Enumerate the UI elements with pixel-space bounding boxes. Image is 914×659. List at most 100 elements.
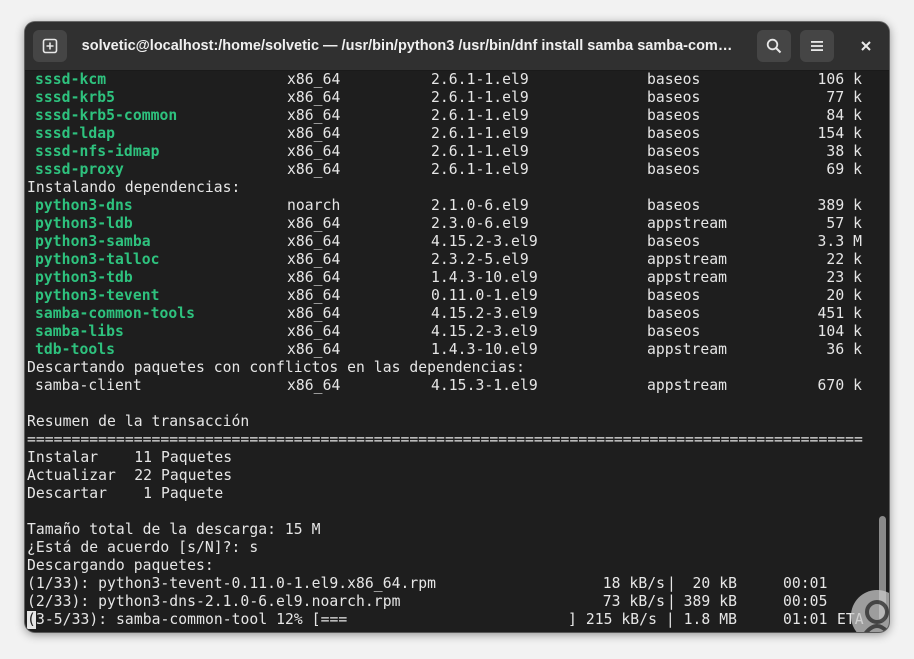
package-size: 389 k — [817, 197, 862, 214]
download-time: 00:01 — [783, 575, 828, 592]
package-version: 1.4.3-10.el9 — [431, 341, 538, 358]
package-name: sssd-nfs-idmap — [35, 143, 160, 160]
package-version: 2.3.2-5.el9 — [431, 251, 529, 268]
package-row: sssd-nfs-idmap x86_64 2.6.1-1.el9 baseos 38 … — [27, 143, 877, 161]
package-repo: appstream — [647, 215, 728, 232]
package-size: 77 k — [826, 89, 862, 106]
package-arch: x86_64 — [287, 305, 341, 322]
package-version: 2.6.1-1.el9 — [431, 143, 529, 160]
package-row: python3-ldb x86_64 2.3.0-6.el9 appstream 57 … — [27, 215, 877, 233]
package-name: sssd-kcm — [35, 71, 107, 88]
package-repo: appstream — [647, 341, 728, 358]
package-arch: x86_64 — [287, 71, 341, 88]
package-arch: x86_64 — [287, 251, 341, 268]
package-repo: baseos — [647, 71, 701, 88]
package-arch: x86_64 — [287, 377, 341, 394]
package-arch: x86_64 — [287, 341, 341, 358]
package-repo: baseos — [647, 161, 701, 178]
search-button[interactable] — [757, 30, 791, 62]
hamburger-menu-icon — [811, 41, 823, 51]
package-size: 23 k — [826, 269, 862, 286]
package-version: 0.11.0-1.el9 — [431, 287, 538, 304]
package-repo: baseos — [647, 143, 701, 160]
download-row: (2/33): python3-dns-2.1.0-6.el9.noarch.r… — [27, 593, 877, 611]
package-row: python3-talloc x86_64 2.3.2-5.el9 appstream… — [27, 251, 877, 269]
package-size: 670 k — [817, 377, 862, 394]
progress-stats: ] 215 kB/s | 1.8 MB — [568, 611, 737, 628]
package-row: python3-dns noarch 2.1.0-6.el9 baseos 389 k — [27, 197, 877, 215]
package-repo: appstream — [647, 377, 728, 394]
package-row: samba-common-tools x86_64 4.15.2-3.el9 base… — [27, 305, 877, 323]
progress-eta-time: 01:01 — [783, 611, 828, 628]
package-version: 2.6.1-1.el9 — [431, 89, 529, 106]
close-button[interactable] — [849, 30, 883, 62]
deps-heading: Instalando dependencias: — [27, 179, 877, 197]
package-version: 4.15.2-3.el9 — [431, 323, 538, 340]
package-arch: x86_64 — [287, 215, 341, 232]
download-size: 389 kB — [683, 593, 737, 610]
package-name: samba-libs — [35, 323, 124, 340]
package-name: sssd-krb5-common — [35, 107, 178, 124]
package-repo: baseos — [647, 233, 701, 250]
download-row: (1/33): python3-tevent-0.11.0-1.el9.x86_… — [27, 575, 877, 593]
package-version: 2.6.1-1.el9 — [431, 125, 529, 142]
confirm-line-text: ¿Está de acuerdo [s/N]?: s — [27, 539, 259, 556]
package-version: 2.6.1-1.el9 — [431, 71, 529, 88]
package-name: python3-ldb — [35, 215, 133, 232]
summary-count: 22 — [134, 467, 152, 484]
package-arch: noarch — [287, 197, 341, 214]
package-arch: x86_64 — [287, 287, 341, 304]
package-size: 154 k — [817, 125, 862, 142]
package-size: 84 k — [826, 107, 862, 124]
conflicts-heading: Descartando paquetes con conflictos en l… — [27, 359, 877, 377]
title-bar: solvetic@localhost:/home/solvetic — /usr… — [25, 22, 889, 71]
package-row: samba-libs x86_64 4.15.2-3.el9 baseos 104 k — [27, 323, 877, 341]
terminal-output[interactable]: sssd-kcm x86_64 2.6.1-1.el9 baseos 106 k sssd… — [25, 70, 889, 632]
summary-unit: Paquete — [161, 485, 224, 502]
summary-count: 1 — [143, 485, 152, 502]
menu-button[interactable] — [800, 30, 834, 62]
package-version: 2.1.0-6.el9 — [431, 197, 529, 214]
package-version: 2.3.0-6.el9 — [431, 215, 529, 232]
package-repo: appstream — [647, 251, 728, 268]
package-name: python3-tevent — [35, 287, 160, 304]
new-tab-icon — [42, 38, 58, 54]
search-icon — [766, 38, 782, 54]
separator-line: ========================================… — [27, 431, 877, 449]
new-tab-button[interactable] — [33, 30, 67, 62]
package-version: 4.15.2-3.el9 — [431, 305, 538, 322]
package-repo: baseos — [647, 125, 701, 142]
package-arch: x86_64 — [287, 323, 341, 340]
download-size: 20 kB — [692, 575, 737, 592]
package-version: 2.6.1-1.el9 — [431, 107, 529, 124]
package-size: 38 k — [826, 143, 862, 160]
separator-line-text: ========================================… — [27, 431, 863, 448]
package-size: 22 k — [826, 251, 862, 268]
package-row: python3-tdb x86_64 1.4.3-10.el9 appstream 23… — [27, 269, 877, 287]
summary-heading: Resumen de la transacción — [27, 413, 877, 431]
package-size: 57 k — [826, 215, 862, 232]
package-repo: baseos — [647, 305, 701, 322]
package-size: 69 k — [826, 161, 862, 178]
package-row: sssd-kcm x86_64 2.6.1-1.el9 baseos 106 k — [27, 71, 877, 89]
package-arch: x86_64 — [287, 161, 341, 178]
summary-unit: Paquetes — [161, 449, 233, 466]
close-icon — [861, 41, 871, 51]
package-repo: baseos — [647, 287, 701, 304]
terminal-window: solvetic@localhost:/home/solvetic — /usr… — [25, 22, 889, 632]
download-time: 00:05 — [783, 593, 828, 610]
package-name: python3-tdb — [35, 269, 133, 286]
package-version: 1.4.3-10.el9 — [431, 269, 538, 286]
package-size: 104 k — [817, 323, 862, 340]
package-repo: appstream — [647, 269, 728, 286]
package-row: tdb-tools x86_64 1.4.3-10.el9 appstream 36 k — [27, 341, 877, 359]
package-name: sssd-proxy — [35, 161, 124, 178]
package-repo: baseos — [647, 107, 701, 124]
package-size: 451 k — [817, 305, 862, 322]
summary-row: Actualizar 22 Paquetes — [27, 467, 877, 485]
summary-unit: Paquetes — [161, 467, 233, 484]
package-size: 20 k — [826, 287, 862, 304]
package-row: sssd-ldap x86_64 2.6.1-1.el9 baseos 154 k — [27, 125, 877, 143]
package-version: 2.6.1-1.el9 — [431, 161, 529, 178]
